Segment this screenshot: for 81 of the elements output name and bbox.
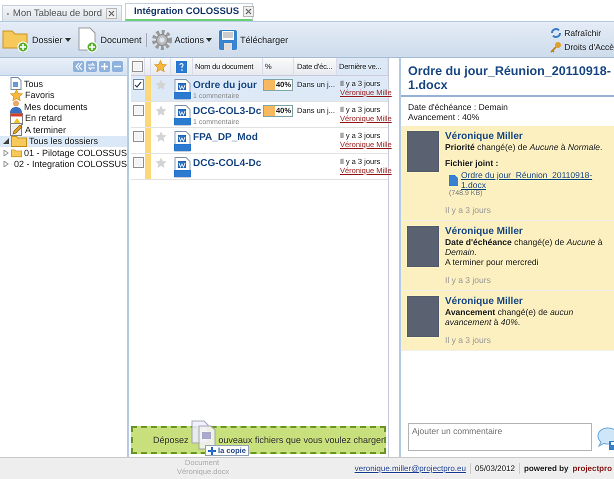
gear-icon — [150, 28, 173, 50]
row-checkbox[interactable] — [132, 131, 144, 142]
help-icon — [176, 60, 187, 72]
star-icon — [154, 60, 167, 73]
tree-item[interactable]: A terminer — [0, 124, 127, 136]
change-text: Avancement changé(e) de aucun avancement à 40%. — [445, 307, 574, 327]
plus-icon[interactable] — [99, 61, 110, 72]
document-title: Ordre du jour_Réunion_20110918-1.docx — [401, 58, 614, 97]
tab[interactable]: Intégration COLOSSUS — [125, 3, 253, 21]
document-file-icon — [174, 105, 190, 126]
change-text: Date d'échéance changé(e) de Aucune à Demain. — [445, 237, 604, 257]
attachment-label: Fichier joint : — [445, 158, 500, 168]
comment-field[interactable]: Ajouter un commentaire — [408, 423, 592, 451]
author-name[interactable]: Véronique Miller — [445, 226, 614, 237]
document-name[interactable]: FPA_DP_Mod — [193, 131, 258, 145]
document-name[interactable]: DCG-COL4-Dc — [193, 157, 262, 171]
brand-name: projectpro — [572, 464, 612, 473]
note-text: A terminer pour mercredi — [445, 257, 540, 267]
folder-add-icon — [2, 28, 30, 52]
photo-placeholder — [407, 296, 439, 337]
document-add-icon — [76, 26, 99, 52]
close-icon[interactable] — [243, 6, 254, 17]
tree-item[interactable]: Tous — [0, 78, 127, 90]
save-icon — [218, 28, 238, 50]
document-file-icon — [174, 131, 190, 152]
attachment-link[interactable]: Ordre du jour_Réunion_20110918-1.docx — [460, 170, 614, 190]
document-name[interactable]: Ordre du jour — [193, 79, 257, 93]
document-toolbar-button[interactable]: Document — [74, 26, 144, 52]
collapse-all-icon[interactable] — [73, 61, 84, 72]
person-icon — [10, 100, 22, 114]
key-icon — [550, 40, 562, 52]
tree-item[interactable]: 01 - Pilotage COLOSSUS — [0, 147, 127, 158]
gear-toolbar-button[interactable]: Actions — [148, 28, 214, 50]
activity-time: Il y a 3 jours — [445, 335, 492, 345]
progress-text: Avancement : 40% — [407, 112, 480, 122]
tree-item[interactable]: Favoris — [0, 90, 127, 101]
favorite-star-icon[interactable] — [155, 105, 167, 117]
pencil-icon — [10, 123, 23, 136]
close-icon[interactable] — [106, 8, 117, 19]
powered-by-text: powered by — [524, 464, 568, 473]
tab[interactable]: Mon Tableau de bord — [2, 5, 122, 21]
favorite-star-icon[interactable] — [155, 157, 167, 169]
document-name[interactable]: DCG-COL3-Dc — [193, 105, 262, 119]
author-name[interactable]: Véronique Miller — [445, 296, 614, 307]
sync-icon[interactable] — [86, 61, 97, 72]
favorite-star-icon[interactable] — [155, 131, 167, 143]
calendar-icon — [10, 112, 23, 125]
status-date: 05/03/2012 — [474, 464, 515, 473]
row-checkbox[interactable] — [132, 157, 144, 168]
refresh-toolbar-button[interactable]: Rafraîchir — [550, 26, 602, 38]
select-all-checkbox[interactable] — [132, 61, 143, 72]
page-icon — [10, 77, 22, 90]
email-link[interactable]: veronique.miller@projectpro.eu — [354, 464, 466, 473]
row-checkbox[interactable] — [132, 79, 144, 90]
dragged-files-icon — [191, 420, 217, 450]
photo-placeholder — [407, 131, 439, 172]
row-checkbox[interactable] — [132, 105, 144, 116]
plus-icon — [208, 446, 216, 454]
drop-zone-text: ouveaux fichiers que vous voulez charger — [218, 435, 384, 445]
activity-time: Il y a 3 jours — [445, 205, 492, 215]
star-icon — [10, 88, 23, 102]
minus-icon[interactable] — [112, 61, 123, 72]
author-name[interactable]: Véronique Miller — [445, 131, 614, 142]
document-file-icon — [174, 157, 190, 178]
due-date-text: Date d'échéance : Demain — [407, 102, 509, 112]
collapse-triangle-icon[interactable] — [3, 138, 9, 144]
favorite-star-icon[interactable] — [155, 79, 167, 91]
photo-placeholder — [407, 226, 439, 267]
change-text: Priorité changé(e) de Aucune à Normale. — [445, 142, 604, 152]
document-file-icon — [174, 79, 190, 100]
speech-bubble-save-icon[interactable] — [597, 427, 614, 451]
drop-zone-text: Déposez — [153, 435, 189, 445]
key-toolbar-button[interactable]: Droits d'Accè — [550, 40, 614, 52]
folder-toolbar-button[interactable]: Dossier — [0, 28, 73, 52]
activity-time: Il y a 3 jours — [445, 275, 492, 285]
refresh-icon — [550, 26, 562, 38]
tree-item[interactable]: 02 - Integration COLOSSUS — [0, 158, 127, 170]
save-toolbar-button[interactable]: Télécharger — [216, 28, 290, 50]
tree-item[interactable]: Tous les dossiers — [0, 136, 127, 147]
tree-item[interactable]: Mes documents — [0, 101, 127, 112]
document-file-icon — [449, 174, 458, 186]
